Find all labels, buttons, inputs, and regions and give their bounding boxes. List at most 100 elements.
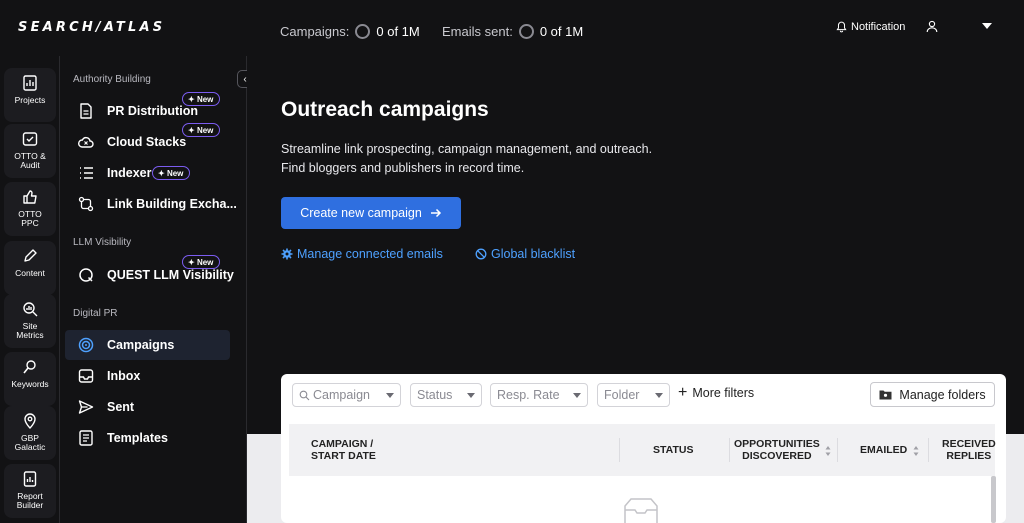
new-badge: ✦ New [182,123,221,137]
rail-label: Keywords [11,379,49,389]
column-emailed[interactable]: EMAILED [860,444,907,456]
app-rail: Projects OTTO & Audit OTTO PPC Content S… [0,56,60,523]
target-icon [78,337,94,353]
menu-label: Campaigns [107,338,175,352]
rail-item-gbp-galactic[interactable]: GBP Galactic [4,406,56,460]
rail-item-otto-ppc[interactable]: OTTO PPC [4,182,56,236]
emails-quota: Emails sent: 0 of 1M [442,24,583,39]
sort-icon[interactable] [825,445,831,457]
section-title-llm: LLM Visibility [73,237,132,248]
menu-item-templates[interactable]: Templates [65,423,230,453]
side-menu: Authority Building PR Distribution ✦ New… [60,56,247,523]
chevron-down-icon [655,392,663,398]
rail-label: GBP Galactic [14,433,46,452]
status-filter-label: Status [417,388,453,402]
block-icon [475,248,487,260]
menu-label: Sent [107,400,135,414]
send-icon [78,400,94,414]
inbox-icon [78,369,94,383]
column-received-replies[interactable]: RECEIVED REPLIES [942,438,996,462]
menu-item-campaigns[interactable]: Campaigns [65,330,230,360]
more-filters-button[interactable]: + More filters [678,385,755,401]
audit-icon [22,132,38,146]
account-dropdown-chevron-icon[interactable] [982,23,992,29]
new-badge: ✦ New [152,166,191,180]
rail-item-keywords[interactable]: Keywords [4,352,56,406]
campaigns-progress-ring [355,24,371,39]
status-filter[interactable]: Status [410,383,482,407]
folder-filter-label: Folder [604,388,640,402]
column-divider [729,438,730,462]
column-replies-line: RECEIVED [942,438,996,450]
column-status[interactable]: STATUS [653,444,693,456]
column-opportunities[interactable]: OPPORTUNITIES DISCOVERED [734,438,820,462]
page-description: Streamline link prospecting, campaign ma… [281,140,652,178]
section-title-authority: Authority Building [73,74,151,85]
gear-icon [281,248,293,260]
new-badge-label: New [166,168,184,178]
link-exchange-icon [78,196,94,212]
column-campaign-line: CAMPAIGN / [311,438,374,450]
column-divider [928,438,929,462]
column-opportunities-line: OPPORTUNITIES [734,438,820,450]
bell-icon [836,21,847,33]
menu-item-sent[interactable]: Sent [65,392,230,422]
rail-item-projects[interactable]: Projects [4,68,56,122]
rail-label: Projects [14,95,46,105]
sort-icon[interactable] [913,445,919,457]
folder-filter[interactable]: Folder [597,383,670,407]
menu-item-link-building[interactable]: Link Building Excha... [65,189,237,219]
projects-icon [23,75,37,91]
column-replies-line: REPLIES [946,450,992,462]
menu-label: PR Distribution [107,104,198,118]
thumbs-up-icon [23,190,37,204]
global-blacklist-link[interactable]: Global blacklist [475,247,575,261]
rail-item-otto-audit[interactable]: OTTO & Audit [4,124,56,178]
response-rate-filter[interactable]: Resp. Rate [490,383,588,407]
manage-emails-link[interactable]: Manage connected emails [281,247,443,261]
manage-emails-label: Manage connected emails [297,247,443,261]
menu-item-indexer[interactable]: Indexer [65,158,230,188]
metrics-icon [23,302,38,317]
campaign-search-filter[interactable]: Campaign [292,383,401,407]
rail-item-report-builder[interactable]: Report Builder [4,464,56,518]
page-title: Outreach campaigns [281,98,489,121]
notification-button[interactable]: Notification [836,21,905,33]
new-badge-label: New [196,257,214,267]
document-icon [80,103,92,119]
section-title-digital-pr: Digital PR [73,308,118,319]
menu-label: Indexer [107,166,152,180]
user-avatar-icon[interactable] [926,20,938,38]
column-divider [837,438,838,462]
campaigns-table-panel: Campaign Status Resp. Rate Folder + More… [281,374,1006,523]
rail-item-site-metrics[interactable]: Site Metrics [4,294,56,348]
description-line: Find bloggers and publishers in record t… [281,161,525,175]
column-campaign-line: START DATE [311,450,376,462]
column-campaign[interactable]: CAMPAIGN / START DATE [311,438,376,462]
menu-label: Cloud Stacks [107,135,187,149]
chevron-down-icon [467,392,475,398]
response-rate-filter-label: Resp. Rate [497,388,560,402]
manage-folders-label: Manage folders [899,387,986,402]
rail-label: Report Builder [16,491,44,510]
cloud-icon [78,136,94,148]
global-blacklist-label: Global blacklist [491,247,576,261]
quest-icon [79,268,93,282]
new-badge-label: New [196,125,214,135]
description-line: Streamline link prospecting, campaign ma… [281,142,653,156]
menu-label: QUEST LLM Visibility [107,268,234,282]
more-filters-label: More filters [692,386,755,400]
table-scrollbar[interactable] [991,476,996,523]
create-campaign-button[interactable]: Create new campaign [281,197,461,229]
top-bar: SEARCH/ATLAS Campaigns: 0 of 1M Emails s… [0,0,1024,56]
rail-label: Site Metrics [16,321,44,340]
folder-icon [879,390,892,400]
campaign-filter-label: Campaign [313,388,370,402]
app-logo[interactable]: SEARCH/ATLAS [18,20,165,35]
rail-label: Content [15,268,45,278]
rail-item-content[interactable]: Content [4,241,56,295]
rail-label: OTTO & Audit [14,151,46,170]
campaigns-quota: Campaigns: 0 of 1M [280,24,420,39]
menu-item-inbox[interactable]: Inbox [65,361,230,391]
manage-folders-button[interactable]: Manage folders [870,382,995,407]
